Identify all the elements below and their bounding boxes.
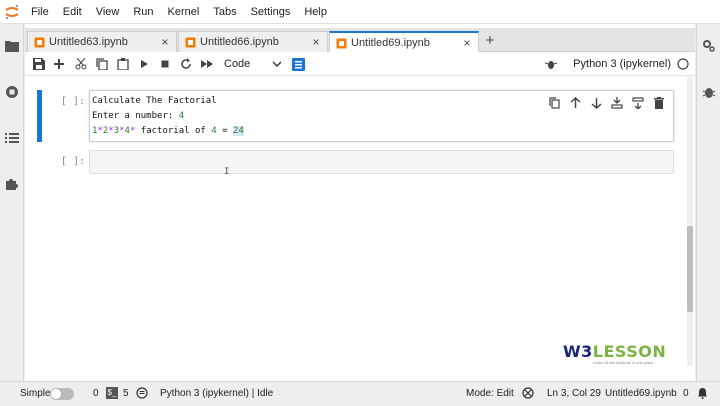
add-cell-icon[interactable] [51,56,67,72]
watermark-w3: W3 [563,342,593,361]
mouse-cursor-ibeam: I [224,167,230,177]
scrollbar[interactable] [687,76,693,366]
menu-file[interactable]: File [24,0,56,24]
right-sidebar [696,24,720,381]
chevron-down-icon [272,61,282,67]
code-line-2: Enter a number: 4 [92,111,184,121]
insert-above-icon[interactable] [609,95,625,111]
menu-edit[interactable]: Edit [56,0,89,24]
menu-bar: File Edit View Run Kernel Tabs Settings … [0,0,720,24]
w3lesson-watermark-logo: W3LESSON Learn all the subjects in one p… [563,342,673,366]
tab-label: Untitled63.ipynb [49,36,128,48]
edit-mode: Mode: Edit [466,388,514,399]
table-of-contents-icon[interactable] [4,130,20,146]
cell-toolbar [546,95,667,111]
menu-tabs[interactable]: Tabs [206,0,243,24]
tab-label: Untitled69.ipynb [351,37,430,49]
current-filename: Untitled69.ipynb [605,388,677,399]
notebook-panel: Untitled63.ipynb × Untitled66.ipynb × Un… [25,24,695,381]
terminal-icon-glyph: $_ [106,387,118,400]
insert-below-icon[interactable] [630,95,646,111]
kernel-idle-circle-icon [677,58,689,70]
cell-type-dropdown[interactable]: Code [224,56,282,72]
kernel-name: Python 3 (ipykernel) [573,58,671,70]
tab-untitled63[interactable]: Untitled63.ipynb × [27,31,177,52]
terminal-count[interactable]: 0 [93,382,99,406]
input-prompt: [ ]: [60,156,85,167]
number-token: 4 [178,111,185,121]
menu-help[interactable]: Help [297,0,334,24]
notebook-toolbar: Code Python 3 (ipykernel) [25,52,695,76]
no-linting-icon[interactable] [522,382,534,406]
folder-icon[interactable] [4,38,20,54]
cursor-position[interactable]: Ln 3, Col 29 [547,382,601,406]
copy-icon[interactable] [94,56,110,72]
code-line-3: 1*2*3*4* factorial of 4 = 24 [92,126,244,136]
fast-forward-icon[interactable] [199,56,215,72]
tab-untitled66[interactable]: Untitled66.ipynb × [178,31,328,52]
cell-editor[interactable] [89,150,674,174]
code-line-1: Calculate The Factorial [92,96,217,106]
property-inspector-gear-icon[interactable] [701,38,717,54]
bug-icon[interactable] [545,58,558,70]
move-down-icon[interactable] [588,95,604,111]
new-tab-button[interactable]: + [481,32,499,50]
debugger-bug-icon[interactable] [701,84,717,100]
watermark-lesson: LESSON [592,342,667,361]
watermark-text: W3LESSON [563,342,673,361]
kernel-sessions-icon[interactable] [136,382,148,406]
cut-icon[interactable] [73,56,89,72]
scroll-thumb[interactable] [687,226,693,312]
paste-icon[interactable] [115,56,131,72]
tab-untitled69[interactable]: Untitled69.ipynb × [329,31,479,53]
kernel-indicator[interactable]: Python 3 (ipykernel) [545,56,689,72]
line-text: = [216,126,233,136]
restart-icon[interactable] [178,56,194,72]
line-text: factorial of [135,126,212,136]
notebook-icon [185,37,196,47]
tab-close-icon[interactable]: × [158,35,172,49]
selected-result: 24 [232,126,244,136]
delete-cell-icon[interactable] [651,95,667,111]
notification-count[interactable]: 0 [683,382,689,406]
notebook-icon [34,37,45,47]
line-text: Enter a number: [92,111,179,121]
tab-label: Untitled66.ipynb [200,36,279,48]
extensions-puzzle-icon[interactable] [4,176,20,192]
kernel-status[interactable]: Python 3 (ipykernel) | Idle [160,382,273,406]
move-up-icon[interactable] [567,95,583,111]
notification-bell-icon[interactable] [697,382,708,406]
notebook-icon [336,38,347,48]
menu-settings[interactable]: Settings [244,0,298,24]
menu-view[interactable]: View [89,0,127,24]
active-cell-indicator [37,90,42,142]
kernel-count[interactable]: 5 [123,382,129,406]
stop-icon[interactable] [157,56,173,72]
run-icon[interactable] [136,56,152,72]
menu-kernel[interactable]: Kernel [161,0,207,24]
code-cell[interactable]: [ ]: [37,150,674,174]
jupyter-logo-icon [0,0,24,24]
code-cell-active[interactable]: [ ]: Calculate The Factorial Enter a num… [37,90,674,142]
tab-bar: Untitled63.ipynb × Untitled66.ipynb × Un… [25,28,695,53]
terminal-icon[interactable]: $_ [106,382,118,406]
simple-mode-toggle[interactable] [50,388,74,400]
cell-editor[interactable]: Calculate The Factorial Enter a number: … [89,90,674,142]
save-icon[interactable] [31,56,47,72]
duplicate-cell-icon[interactable] [546,95,562,111]
status-bar: Simple 0 $_ 5 Python 3 (ipykernel) | Idl… [0,381,720,406]
menu-run[interactable]: Run [126,0,160,24]
cell-type-value: Code [224,58,251,70]
running-kernels-icon[interactable] [4,84,20,100]
tab-close-icon[interactable]: × [460,36,474,50]
simple-mode-label: Simple [20,388,51,399]
tab-close-icon[interactable]: × [309,35,323,49]
left-sidebar [0,24,24,381]
input-prompt: [ ]: [60,96,85,107]
command-palette-icon[interactable] [290,56,306,72]
